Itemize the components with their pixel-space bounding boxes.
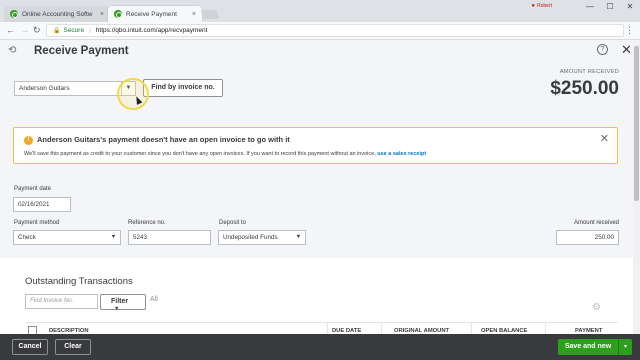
deposit-to-label: Deposit to <box>219 220 247 226</box>
forward-arrow-icon[interactable]: → <box>20 25 29 35</box>
alert-body-text: We'll save this payment as credit to you… <box>24 151 378 157</box>
deposit-to-value: Undeposited Funds <box>223 234 278 241</box>
filter-button[interactable]: Filter ▼ <box>100 294 146 312</box>
browser-tab-receive-payment[interactable]: Receive Payment × <box>108 6 202 22</box>
payment-method-label: Payment method <box>14 220 60 226</box>
find-invoice-placeholder: Find Invoice No. <box>30 298 74 304</box>
chevron-down-icon[interactable]: ▼ <box>292 231 305 244</box>
omnibox-divider: | <box>89 27 91 34</box>
browser-menu-icon[interactable]: ⋮ <box>625 25 634 36</box>
save-options-dropdown[interactable]: ▾ <box>618 339 632 355</box>
outstanding-transactions-title: Outstanding Transactions <box>25 276 133 287</box>
cancel-button[interactable]: Cancel <box>12 339 48 355</box>
cursor-highlight <box>117 78 149 110</box>
browser-tab-accounting[interactable]: Online Accounting Softw × <box>4 6 110 22</box>
minimize-button[interactable]: — <box>580 2 600 11</box>
deposit-to-select[interactable]: Undeposited Funds ▼ <box>218 230 306 245</box>
tab-close-icon[interactable]: × <box>192 11 196 18</box>
browser-user-name: Robert <box>536 3 552 9</box>
scrollbar-thumb[interactable] <box>634 46 639 201</box>
new-tab-button[interactable] <box>200 10 220 19</box>
browser-user-badge[interactable]: ● Robert <box>531 3 552 9</box>
amount-received-value: $250.00 <box>550 78 619 99</box>
find-by-invoice-button[interactable]: Find by invoice no. <box>143 79 223 97</box>
page-title: Receive Payment <box>34 45 129 57</box>
alert-title: Anderson Guitars's payment doesn't have … <box>37 135 290 144</box>
user-icon: ● <box>531 3 535 9</box>
url-text: https://qbo.intuit.com/app/recvpayment <box>95 27 208 34</box>
chevron-down-icon: ▼ <box>114 306 120 312</box>
chevron-down-icon[interactable]: ▼ <box>107 231 120 244</box>
customer-value: Anderson Guitars <box>19 85 70 92</box>
tab-title: Online Accounting Softw <box>22 10 93 18</box>
close-icon[interactable]: ✕ <box>621 42 632 58</box>
window-close-button[interactable]: ✕ <box>620 2 640 11</box>
receive-payment-page: ⟲ Receive Payment ? ✕ Anderson Guitars ▼… <box>0 40 633 360</box>
lock-icon: 🔒 <box>53 28 61 34</box>
reference-field[interactable]: 5243 <box>128 230 211 245</box>
secure-label: Secure <box>63 27 85 34</box>
page-scrollbar[interactable] <box>633 40 640 340</box>
browser-tabbar: Online Accounting Softw × Receive Paymen… <box>0 0 640 22</box>
gear-icon[interactable]: ⚙ <box>592 302 601 313</box>
no-open-invoice-alert: ! Anderson Guitars's payment doesn't hav… <box>13 127 618 164</box>
amount-received-field[interactable]: 250.00 <box>556 230 619 245</box>
maximize-button[interactable]: ☐ <box>600 2 620 11</box>
payment-date-value: 02/16/2021 <box>18 201 50 208</box>
tab-title: Receive Payment <box>126 10 177 18</box>
payment-date-field[interactable]: 02/16/2021 <box>13 197 71 212</box>
reload-icon[interactable]: ↻ <box>33 25 41 36</box>
clear-button[interactable]: Clear <box>55 339 91 355</box>
payment-method-select[interactable]: Check ▼ <box>13 230 121 245</box>
warning-icon: ! <box>24 136 33 145</box>
amount-received-field-label: Amount received <box>573 220 619 226</box>
address-bar: ← → ↻ 🔒 Secure | https://qbo.intuit.com/… <box>0 22 640 40</box>
reference-value: 5243 <box>133 234 148 241</box>
back-arrow-icon[interactable]: ← <box>6 25 15 35</box>
history-icon[interactable]: ⟲ <box>8 45 16 56</box>
alert-body: We'll save this payment as credit to you… <box>24 151 426 157</box>
tab-close-icon[interactable]: × <box>100 11 104 18</box>
window-controls: ● Robert — ☐ ✕ <box>531 0 640 12</box>
amount-received-field-value: 250.00 <box>594 234 614 241</box>
filter-all-label: All <box>150 296 158 303</box>
transactions-table-header: DESCRIPTION DUE DATE ORIGINAL AMOUNT OPE… <box>25 322 618 337</box>
sales-receipt-link[interactable]: use a sales receipt <box>377 151 426 157</box>
payment-date-label: Payment date <box>14 186 52 192</box>
quickbooks-favicon-icon <box>10 10 18 18</box>
url-omnibox[interactable]: 🔒 Secure | https://qbo.intuit.com/app/re… <box>46 24 624 37</box>
filter-label: Filter <box>111 298 129 305</box>
payment-method-value: Check <box>18 234 36 241</box>
footer-bar: Cancel Clear Save and new ▾ <box>0 334 640 360</box>
alert-close-icon[interactable]: ✕ <box>600 132 609 145</box>
save-and-new-button[interactable]: Save and new <box>558 339 618 355</box>
reference-label: Reference no. <box>128 220 166 226</box>
find-invoice-input[interactable]: Find Invoice No. <box>25 294 98 309</box>
amount-received-label: AMOUNT RECEIVED <box>559 69 619 75</box>
quickbooks-favicon-icon <box>114 10 122 18</box>
help-icon[interactable]: ? <box>597 44 608 55</box>
